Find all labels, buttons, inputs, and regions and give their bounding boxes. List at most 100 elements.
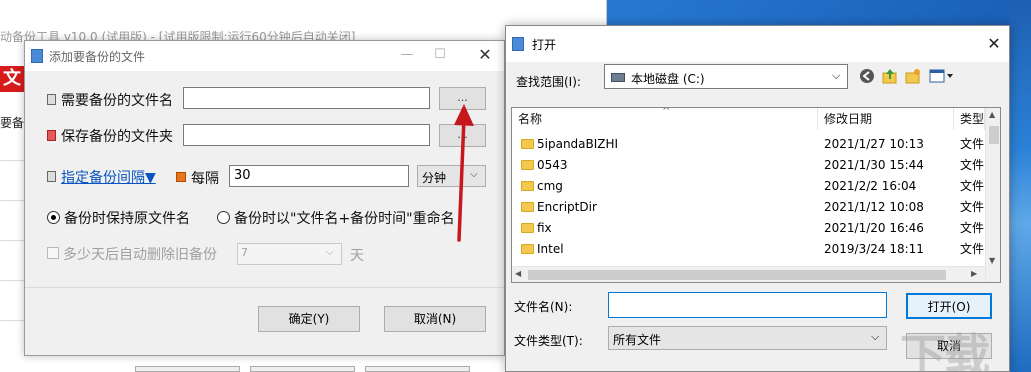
scroll-thumb[interactable] bbox=[528, 270, 946, 280]
folder-icon bbox=[521, 244, 534, 254]
list-item[interactable]: 5ipandaBIZHI 2021/1/27 10:13 文件 bbox=[512, 134, 985, 155]
background-button[interactable] bbox=[250, 366, 355, 372]
minimize-icon[interactable]: — bbox=[397, 45, 417, 65]
background-button[interactable] bbox=[365, 366, 470, 372]
close-icon[interactable]: ✕ bbox=[984, 34, 1004, 54]
app-icon bbox=[31, 49, 43, 63]
list-item[interactable]: 0543 2021/1/30 15:44 文件 bbox=[512, 155, 985, 176]
chevron-down-icon: ⌵ bbox=[832, 69, 841, 82]
lookin-select[interactable]: 本地磁盘 (C:) ⌵ bbox=[604, 64, 848, 89]
file-name-input[interactable] bbox=[183, 87, 430, 109]
file-type: 文件 bbox=[960, 179, 985, 193]
list-item[interactable]: cmg 2021/2/2 16:04 文件 bbox=[512, 176, 985, 197]
interval-link[interactable]: 指定备份间隔▼ bbox=[61, 167, 156, 187]
file-date: 2021/1/12 10:08 bbox=[824, 200, 924, 214]
divider bbox=[0, 200, 24, 201]
scroll-right-icon[interactable]: ▶ bbox=[971, 269, 977, 278]
filetype-value: 所有文件 bbox=[613, 333, 662, 347]
divider bbox=[0, 320, 24, 321]
file-name: 5ipandaBIZHI bbox=[537, 137, 619, 151]
watermark: 下载 bbox=[900, 329, 990, 372]
file-type: 文件 bbox=[960, 137, 985, 151]
filename-label: 文件名(N): bbox=[514, 300, 573, 314]
scroll-thumb[interactable] bbox=[989, 126, 999, 144]
chevron-down-icon: ⌵ bbox=[326, 247, 334, 258]
ok-button[interactable]: 确定(Y) bbox=[258, 306, 360, 332]
file-date: 2021/1/27 10:13 bbox=[824, 137, 924, 151]
vertical-scrollbar[interactable]: ▲ ▼ bbox=[985, 108, 1000, 282]
dialog-titlebar: 添加要备份的文件 — ☐ ✕ bbox=[25, 41, 504, 71]
lookin-value: 本地磁盘 (C:) bbox=[631, 72, 705, 86]
backup-folder-input[interactable] bbox=[183, 124, 430, 146]
radio-keep-name-label: 备份时保持原文件名 bbox=[64, 211, 190, 227]
file-list[interactable]: 名称 ^ 修改日期 类型 5ipandaBIZHI 2021/1/27 10:1… bbox=[511, 107, 1001, 283]
file-icon bbox=[47, 94, 56, 105]
lookin-label: 查找范围(I): bbox=[516, 75, 581, 89]
app-icon bbox=[512, 37, 524, 51]
file-date: 2021/1/20 16:46 bbox=[824, 221, 924, 235]
auto-delete-label: 多少天后自动删除旧备份 bbox=[63, 247, 217, 263]
folder-label: 保存备份的文件夹 bbox=[61, 129, 173, 145]
days-select[interactable]: 7 ⌵ bbox=[237, 243, 342, 265]
days-unit: 天 bbox=[350, 248, 364, 264]
file-type: 文件 bbox=[960, 242, 985, 256]
list-item[interactable]: Intel 2019/3/24 18:11 文件 bbox=[512, 239, 985, 260]
radio-keep-name[interactable] bbox=[47, 211, 60, 224]
file-date: 2021/1/30 15:44 bbox=[824, 158, 924, 172]
background-button[interactable] bbox=[135, 366, 240, 372]
horizontal-scrollbar[interactable]: ◀ ▶ bbox=[512, 266, 985, 282]
sort-up-icon: ^ bbox=[662, 107, 671, 117]
app-logo: 文件 bbox=[0, 66, 24, 115]
file-label: 需要备份的文件名 bbox=[61, 93, 173, 109]
back-icon[interactable] bbox=[859, 68, 875, 84]
divider bbox=[25, 287, 504, 288]
interval-input[interactable]: 30 bbox=[229, 165, 409, 187]
auto-delete-checkbox[interactable] bbox=[47, 247, 59, 259]
list-item[interactable]: EncriptDir 2021/1/12 10:08 文件 bbox=[512, 197, 985, 218]
plus-icon bbox=[176, 172, 186, 182]
file-name: cmg bbox=[537, 179, 563, 193]
file-date: 2019/3/24 18:11 bbox=[824, 242, 924, 256]
radio-rename-label: 备份时以"文件名+备份时间"重命名 bbox=[234, 211, 455, 227]
file-date: 2021/2/2 16:04 bbox=[824, 179, 917, 193]
divider bbox=[0, 160, 24, 161]
annotation-arrow bbox=[454, 104, 474, 242]
list-item[interactable]: fix 2021/1/20 16:46 文件 bbox=[512, 218, 985, 239]
radio-rename[interactable] bbox=[217, 211, 230, 224]
filename-input[interactable] bbox=[608, 292, 887, 318]
dialog-title: 添加要备份的文件 bbox=[49, 50, 146, 64]
unit-value: 分钟 bbox=[422, 171, 447, 185]
maximize-icon[interactable]: ☐ bbox=[430, 45, 450, 65]
filetype-label: 文件类型(T): bbox=[514, 334, 583, 348]
scroll-up-icon[interactable]: ▲ bbox=[989, 110, 995, 119]
scroll-down-icon[interactable]: ▼ bbox=[989, 256, 995, 265]
divider bbox=[0, 240, 24, 241]
file-type: 文件 bbox=[960, 200, 985, 214]
add-backup-file-dialog: 添加要备份的文件 — ☐ ✕ 需要备份的文件名 ... 保存备份的文件夹 ...… bbox=[24, 40, 505, 356]
up-folder-icon[interactable] bbox=[882, 68, 898, 84]
file-name: 0543 bbox=[537, 158, 568, 172]
every-label: 每隔 bbox=[191, 171, 219, 187]
open-dialog-title: 打开 bbox=[532, 38, 557, 52]
new-folder-icon[interactable] bbox=[905, 68, 921, 84]
scroll-left-icon[interactable]: ◀ bbox=[515, 269, 521, 278]
chevron-down-icon: ⌵ bbox=[871, 330, 880, 343]
file-type: 文件 bbox=[960, 158, 985, 172]
folder-icon bbox=[521, 202, 534, 212]
folder-icon bbox=[521, 160, 534, 170]
cancel-button[interactable]: 取消(N) bbox=[384, 306, 486, 332]
close-icon[interactable]: ✕ bbox=[475, 45, 495, 65]
open-dialog-titlebar: 打开 ✕ bbox=[506, 26, 1009, 62]
interval-icon bbox=[47, 171, 56, 182]
file-name: EncriptDir bbox=[537, 200, 597, 214]
open-button[interactable]: 打开(O) bbox=[906, 293, 992, 319]
column-date[interactable]: 修改日期 bbox=[818, 108, 954, 130]
desktop-background-right bbox=[1010, 0, 1031, 372]
view-menu-icon[interactable] bbox=[929, 68, 955, 84]
column-type[interactable]: 类型 bbox=[954, 108, 985, 130]
divider bbox=[0, 280, 24, 281]
folder-icon bbox=[47, 130, 56, 141]
filetype-select[interactable]: 所有文件 ⌵ bbox=[608, 326, 887, 350]
file-name: Intel bbox=[537, 242, 564, 256]
folder-icon bbox=[521, 223, 534, 233]
